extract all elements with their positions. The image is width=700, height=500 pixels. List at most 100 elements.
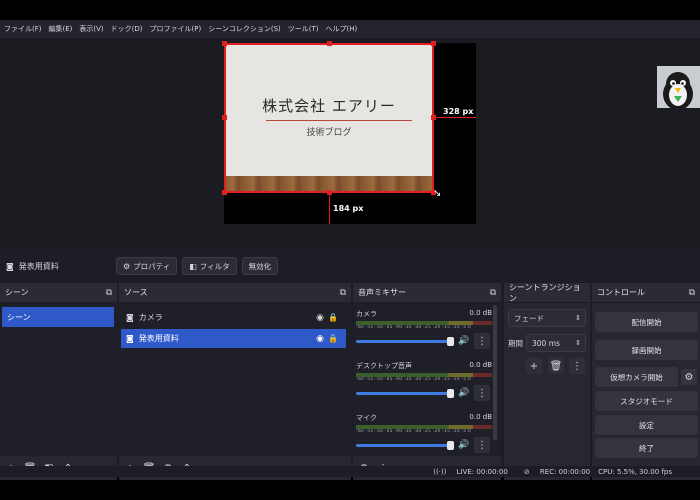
distance-label-bottom: 184 px — [333, 204, 364, 213]
resize-handle-left[interactable] — [222, 115, 227, 120]
gear-icon: ⚙ — [123, 261, 131, 271]
selected-source-indicator: ◙ 発表用資料 — [6, 261, 116, 272]
source-toolbar: ◙ 発表用資料 ⚙ プロパティ ◧ フィルタ 無効化 — [0, 252, 700, 280]
add-transition-icon[interactable]: + — [526, 358, 542, 374]
sources-title: ソース — [124, 288, 148, 297]
remove-transition-icon[interactable]: 🗑 — [548, 358, 564, 374]
selected-source-name: 発表用資料 — [18, 261, 59, 271]
broadcast-icon: ((·)) — [433, 467, 447, 476]
filters-label: フィルタ — [199, 261, 230, 271]
meter-ticks: -60 -55 -50 -45 -40 -35 -30 -25 -20 -15 … — [356, 325, 471, 330]
rec-time: REC: 00:00:00 — [539, 467, 591, 476]
transition-type-select[interactable]: フェード ⇕ — [508, 309, 586, 327]
more-options-icon[interactable]: ⋮ — [474, 385, 490, 401]
scenes-list: シーン — [0, 303, 117, 456]
distance-guide-right — [434, 117, 476, 118]
rec-status: ⊘ REC: 00:00:00 — [516, 468, 590, 476]
resize-handle-bottom-left[interactable] — [222, 190, 227, 195]
transform-selection-box[interactable] — [224, 43, 434, 193]
speaker-icon[interactable]: 🔊 — [458, 336, 469, 346]
channel-name: カメラ — [356, 310, 377, 318]
menu-view[interactable]: 表示(V) — [79, 24, 103, 34]
transition-menu-icon[interactable]: ⋮ — [569, 358, 585, 374]
mixer-scrollbar[interactable] — [493, 305, 497, 440]
source-item-camera[interactable]: ◙ カメラ ◉ 🔒 — [121, 308, 346, 327]
controls-header: コントロール ⧉ — [592, 283, 700, 303]
menu-tools[interactable]: ツール(T) — [288, 24, 319, 34]
scenes-dock: シーン ⧉ シーン + 🗑 ◧ ⌃ ⌄ — [0, 283, 117, 480]
cpu-status: CPU: 5.5%, 30.00 fps — [598, 467, 672, 476]
start-virtual-camera-button[interactable]: 仮想カメラ開始 — [595, 367, 678, 387]
resize-handle-top[interactable] — [327, 41, 332, 46]
settings-button[interactable]: 設定 — [595, 415, 698, 435]
menu-edit[interactable]: 編集(E) — [49, 24, 73, 34]
camera-icon: ◙ — [6, 261, 14, 271]
scenes-dock-header: シーン ⧉ — [0, 283, 117, 303]
volume-slider[interactable] — [356, 444, 453, 447]
camera-icon: ◙ — [126, 313, 134, 322]
resize-handle-top-right[interactable] — [431, 41, 436, 46]
speaker-icon[interactable]: 🔊 — [458, 440, 469, 450]
source-item-presentation[interactable]: ◙ 発表用資料 ◉ 🔒 — [121, 329, 346, 348]
duration-label: 期間 — [508, 339, 523, 348]
audio-mixer-title: 音声ミキサー — [358, 288, 406, 297]
undock-icon[interactable]: ⧉ — [340, 288, 346, 298]
undock-icon[interactable]: ⧉ — [490, 288, 496, 298]
distance-label-right: 328 px — [443, 107, 474, 116]
meter-ticks: -60 -55 -50 -45 -40 -35 -30 -25 -20 -15 … — [356, 377, 471, 382]
mixer-channel-desktop-audio: デスクトップ音声 0.0 dB -60 -55 -50 -45 -40 -35 … — [356, 361, 492, 409]
penguin-icon — [657, 66, 700, 108]
filters-button[interactable]: ◧ フィルタ — [182, 257, 237, 275]
more-options-icon[interactable]: ⋮ — [474, 437, 490, 453]
menu-docks[interactable]: ドック(D) — [111, 24, 143, 34]
volume-slider[interactable] — [356, 340, 453, 343]
scenes-title: シーン — [5, 288, 29, 297]
channel-level: 0.0 dB — [469, 309, 492, 317]
volume-slider-knob[interactable] — [447, 389, 454, 398]
visibility-eye-icon[interactable]: ◉ — [316, 313, 324, 323]
volume-slider[interactable] — [356, 392, 453, 395]
undock-icon[interactable]: ⧉ — [106, 288, 112, 298]
scene-transitions-dock: シーントランジション フェード ⇕ 期間 300 ms ⇕ + 🗑 ⋮ — [504, 283, 590, 480]
resize-cursor-icon: ↘ — [433, 188, 442, 199]
start-streaming-button[interactable]: 配信開始 — [595, 312, 698, 332]
exit-button[interactable]: 終了 — [595, 438, 698, 458]
menu-profile[interactable]: プロファイル(P) — [150, 24, 202, 34]
speaker-icon[interactable]: 🔊 — [458, 388, 469, 398]
menu-scene-collection[interactable]: シーンコレクション(S) — [208, 24, 281, 34]
audio-mixer-header: 音声ミキサー ⧉ — [353, 283, 501, 303]
status-bar: ((·)) LIVE: 00:00:00 ⊘ REC: 00:00:00 CPU… — [0, 466, 700, 477]
camera-source-preview[interactable] — [657, 66, 700, 108]
lock-icon[interactable]: 🔒 — [328, 313, 338, 322]
controls-title: コントロール — [597, 288, 645, 297]
source-label: 発表用資料 — [138, 334, 179, 343]
studio-mode-button[interactable]: スタジオモード — [595, 391, 698, 411]
undock-icon[interactable]: ⧉ — [689, 288, 695, 298]
audio-mixer-channels: カメラ 0.0 dB -60 -55 -50 -45 -40 -35 -30 -… — [353, 303, 501, 456]
meter-ticks: -60 -55 -50 -45 -40 -35 -30 -25 -20 -15 … — [356, 429, 471, 434]
menu-bar: ファイル(F) 編集(E) 表示(V) ドック(D) プロファイル(P) シーン… — [0, 20, 700, 38]
virtual-camera-settings-gear-icon[interactable]: ⚙ — [681, 369, 697, 385]
volume-slider-knob[interactable] — [447, 441, 454, 450]
distance-guide-bottom — [329, 193, 330, 224]
channel-level: 0.0 dB — [469, 413, 492, 421]
record-icon: ⊘ — [523, 467, 530, 476]
sources-dock: ソース ⧉ ◙ カメラ ◉ 🔒 ◙ 発表用資料 ◉ 🔒 + 🗑 ⚙ ⌃ ⌄ — [119, 283, 351, 480]
obs-window: ファイル(F) 編集(E) 表示(V) ドック(D) プロファイル(P) シーン… — [0, 20, 700, 480]
scene-item[interactable]: シーン — [2, 307, 114, 327]
more-options-icon[interactable]: ⋮ — [474, 333, 490, 349]
disable-button[interactable]: 無効化 — [241, 257, 279, 275]
menu-file[interactable]: ファイル(F) — [4, 24, 42, 34]
scene-transitions-header: シーントランジション — [504, 283, 590, 303]
filter-icon: ◧ — [189, 261, 197, 271]
menu-help[interactable]: ヘルプ(H) — [326, 24, 358, 34]
resize-handle-top-left[interactable] — [222, 41, 227, 46]
start-recording-button[interactable]: 録画開始 — [595, 340, 698, 360]
audio-mixer-dock: 音声ミキサー ⧉ カメラ 0.0 dB -60 -55 -50 -45 -40 … — [353, 283, 501, 480]
volume-slider-knob[interactable] — [447, 337, 454, 346]
lock-icon[interactable]: 🔒 — [328, 334, 338, 343]
visibility-eye-icon[interactable]: ◉ — [316, 334, 324, 344]
duration-spinbox[interactable]: 300 ms ⇕ — [526, 334, 586, 352]
properties-button[interactable]: ⚙ プロパティ — [116, 257, 178, 275]
channel-level: 0.0 dB — [469, 361, 492, 369]
